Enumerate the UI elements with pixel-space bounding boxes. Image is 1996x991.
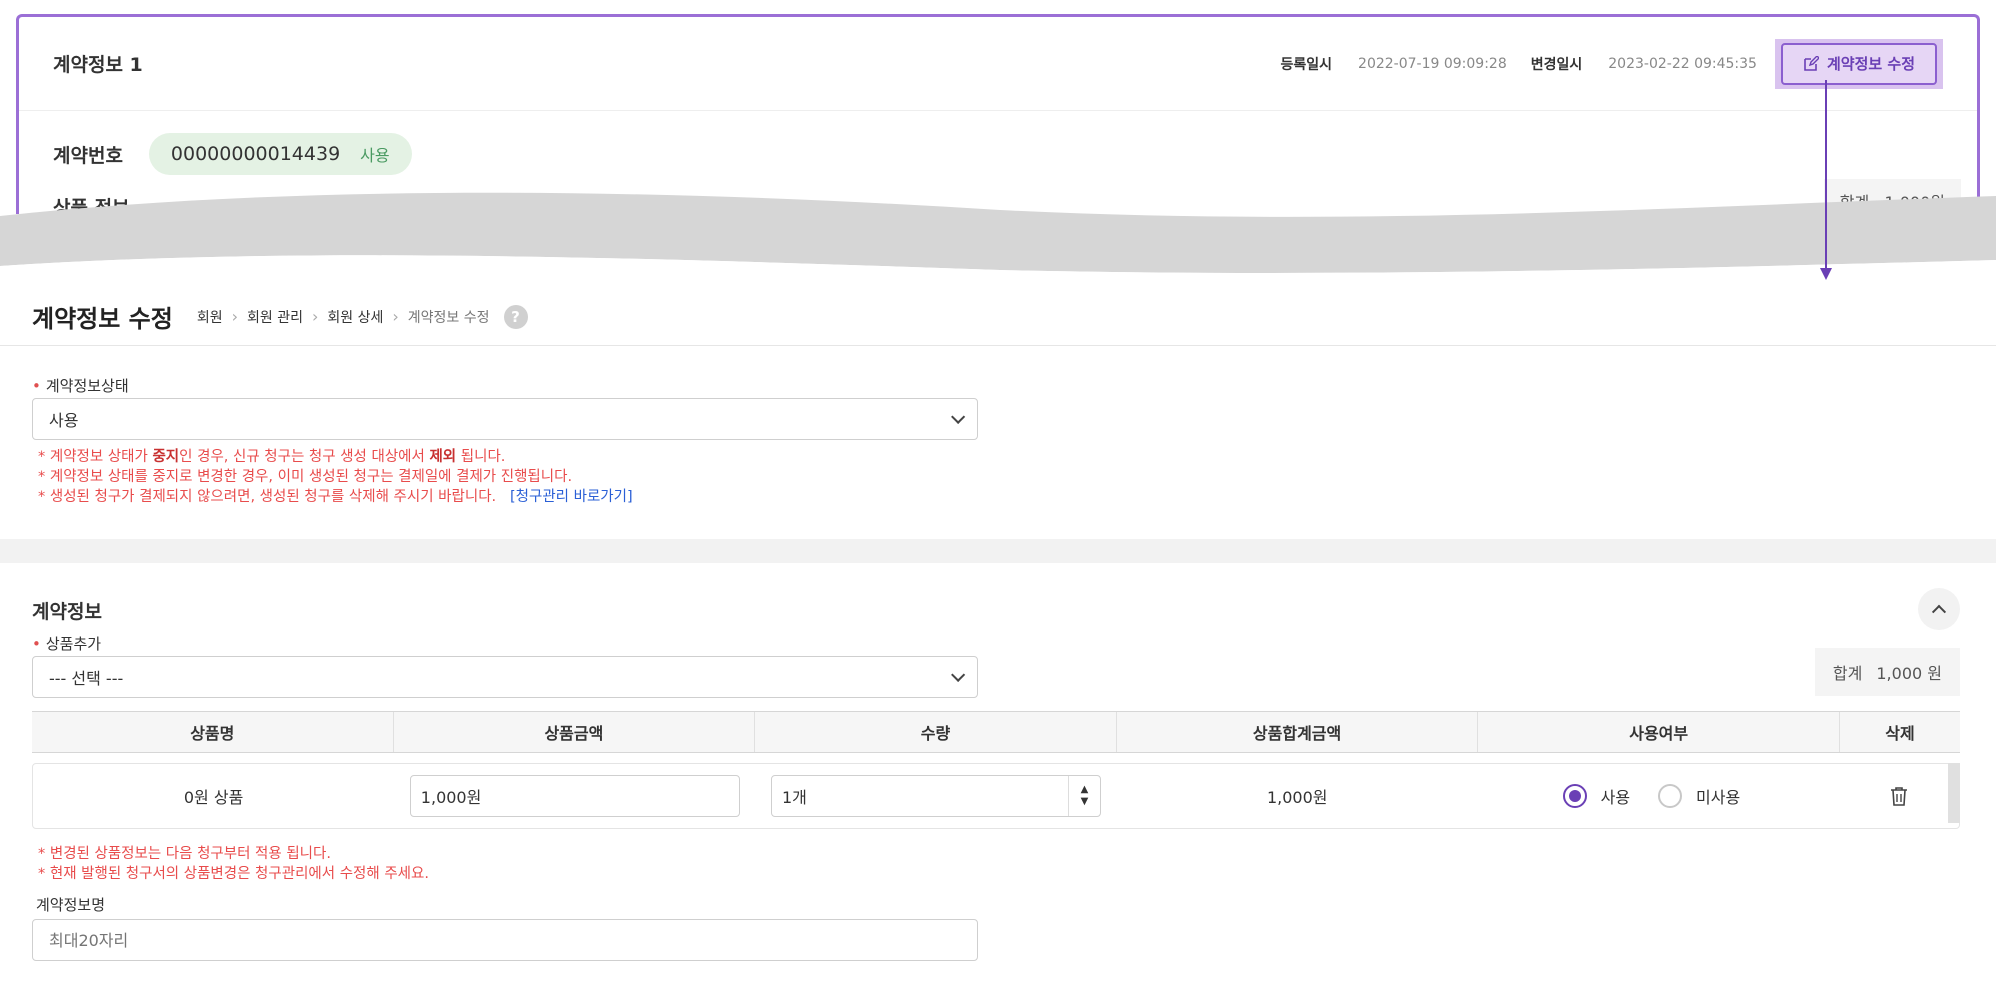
edit-contract-button-label: 계약정보 수정 bbox=[1826, 55, 1915, 73]
product-add-select-value: --- 선택 --- bbox=[49, 669, 124, 688]
product-note-1: * 변경된 상품정보는 다음 청구부터 적용 됩니다. bbox=[38, 846, 331, 862]
product-add-select[interactable]: --- 선택 --- bbox=[32, 656, 978, 698]
column-header: 상품명 bbox=[32, 712, 394, 752]
increment-icon[interactable]: ▲ bbox=[1081, 785, 1089, 795]
chevron-down-icon bbox=[951, 667, 966, 682]
contract-number-row: 계약번호 00000000014439 사용 bbox=[19, 111, 1977, 175]
product-table: 상품명 상품금액 수량 상품합계금액 사용여부 삭제 0원 상품 1,000원 … bbox=[32, 711, 1960, 829]
unuse-radio[interactable] bbox=[1658, 784, 1683, 808]
status-note-2: * 계약정보 상태를 중지로 변경한 경우, 이미 생성된 청구는 결제일에 결… bbox=[38, 469, 573, 485]
product-add-label: • 상품추가 bbox=[32, 633, 101, 654]
transition-arrow-line bbox=[1825, 80, 1827, 272]
use-radio[interactable] bbox=[1562, 784, 1587, 808]
table-header: 상품명 상품금액 수량 상품합계금액 사용여부 삭제 bbox=[32, 711, 1960, 753]
table-scrollbar[interactable] bbox=[1948, 763, 1960, 823]
sum-box: 합계 1,000 원 bbox=[1814, 648, 1960, 696]
edit-contract-button[interactable]: 계약정보 수정 bbox=[1780, 42, 1937, 85]
status-select-value: 사용 bbox=[49, 411, 79, 430]
status-select[interactable]: 사용 bbox=[32, 398, 978, 440]
chevron-right-icon: › bbox=[312, 307, 319, 326]
sum-value: 1,000 원 bbox=[1876, 664, 1942, 683]
sum-label: 합계 bbox=[1832, 664, 1863, 683]
contract-number-label: 계약번호 bbox=[53, 144, 123, 167]
registered-value: 2022-07-19 09:09:28 bbox=[1358, 55, 1507, 72]
breadcrumb: 회원 › 회원 관리 › 회원 상세 › 계약정보 수정 bbox=[197, 307, 490, 327]
column-header: 상품합계금액 bbox=[1117, 712, 1479, 752]
status-notes: * 계약정보 상태가 중지인 경우, 신규 청구는 청구 생성 대상에서 제외 … bbox=[38, 447, 633, 507]
product-price-input[interactable]: 1,000원 bbox=[409, 775, 740, 817]
modified-value: 2023-02-22 09:45:35 bbox=[1608, 55, 1757, 72]
contract-card-title: 계약정보 1 bbox=[53, 54, 143, 76]
transition-arrow-head bbox=[1820, 268, 1832, 280]
contract-number: 00000000014439 bbox=[170, 143, 341, 165]
product-notes: * 변경된 상품정보는 다음 청구부터 적용 됩니다. * 현재 발행된 청구서… bbox=[38, 844, 429, 884]
contract-name-input[interactable] bbox=[32, 919, 978, 961]
contract-info-card: 계약정보 1 등록일시 2022-07-19 09:09:28 변경일시 202… bbox=[16, 14, 1980, 214]
chevron-down-icon bbox=[951, 409, 966, 424]
product-add-label-text: 상품추가 bbox=[45, 635, 102, 653]
column-header: 수량 bbox=[755, 712, 1117, 752]
decrement-icon[interactable]: ▼ bbox=[1081, 797, 1089, 807]
contract-status-section: • 계약정보상태 사용 * 계약정보 상태가 중지인 경우, 신규 청구는 청구 … bbox=[0, 347, 1996, 539]
status-note-3: * 생성된 청구가 결제되지 않으려면, 생성된 청구를 삭제해 주시기 바랍니… bbox=[38, 489, 633, 505]
breadcrumb-item-member-management[interactable]: 회원 관리 bbox=[247, 307, 303, 327]
edit-button-highlight: 계약정보 수정 bbox=[1774, 38, 1943, 89]
contract-card-header: 계약정보 1 등록일시 2022-07-19 09:09:28 변경일시 202… bbox=[19, 17, 1977, 111]
help-icon[interactable]: ? bbox=[503, 304, 528, 329]
product-total: 1,000원 bbox=[1266, 788, 1328, 807]
breadcrumb-item-member[interactable]: 회원 bbox=[197, 307, 223, 327]
contract-number-pill: 00000000014439 사용 bbox=[148, 133, 412, 175]
column-header: 사용여부 bbox=[1478, 712, 1840, 752]
trash-icon[interactable] bbox=[1890, 786, 1908, 806]
chevron-right-icon: › bbox=[392, 307, 399, 326]
status-note-1: * 계약정보 상태가 중지인 경우, 신규 청구는 청구 생성 대상에서 제외 … bbox=[38, 449, 506, 465]
contract-name-label: 계약정보명 bbox=[36, 896, 106, 914]
table-row: 0원 상품 1,000원 1개 ▲ ▼ 1,000원 사용 미사용 bbox=[32, 763, 1960, 829]
contract-status-badge: 사용 bbox=[360, 146, 390, 165]
breadcrumb-item-member-detail[interactable]: 회원 상세 bbox=[327, 307, 383, 327]
required-mark: • bbox=[32, 635, 41, 653]
use-radio-label: 사용 bbox=[1600, 788, 1631, 807]
column-header: 상품금액 bbox=[394, 712, 756, 752]
section-divider bbox=[0, 539, 1996, 563]
billing-management-link[interactable]: [청구관리 바로가기] bbox=[510, 489, 633, 505]
stepper-arrows[interactable]: ▲ ▼ bbox=[1068, 776, 1100, 816]
breadcrumb-item-current: 계약정보 수정 bbox=[407, 309, 490, 326]
page-title: 계약정보 수정 bbox=[32, 305, 173, 333]
status-field-label: • 계약정보상태 bbox=[32, 375, 129, 396]
collapse-button[interactable] bbox=[1918, 588, 1960, 630]
registered-label: 등록일시 bbox=[1280, 56, 1333, 73]
page-header: 계약정보 수정 회원 › 회원 관리 › 회원 상세 › 계약정보 수정 ? bbox=[0, 288, 1996, 346]
status-field-label-text: 계약정보상태 bbox=[45, 377, 129, 395]
product-note-2: * 현재 발행된 청구서의 상품변경은 청구관리에서 수정해 주세요. bbox=[38, 866, 429, 882]
required-mark: • bbox=[32, 377, 41, 395]
quantity-value: 1개 bbox=[782, 788, 807, 807]
chevron-right-icon: › bbox=[231, 307, 239, 326]
quantity-stepper[interactable]: 1개 ▲ ▼ bbox=[771, 775, 1101, 817]
modified-label: 변경일시 bbox=[1530, 56, 1583, 73]
unuse-radio-label: 미사용 bbox=[1696, 788, 1741, 807]
chevron-up-icon bbox=[1931, 604, 1947, 619]
contract-info-section: 계약정보 • 상품추가 --- 선택 --- 합계 1,000 원 상품명 상품금… bbox=[0, 563, 1996, 991]
product-name: 0원 상품 bbox=[183, 788, 244, 807]
edit-icon bbox=[1804, 55, 1819, 71]
section-title: 계약정보 bbox=[32, 601, 102, 623]
column-header: 삭제 bbox=[1885, 724, 1915, 743]
use-radio-group: 사용 미사용 bbox=[1562, 784, 1755, 808]
screen-transition-divider bbox=[0, 192, 1996, 288]
contract-meta: 등록일시 2022-07-19 09:09:28 변경일시 2023-02-22… bbox=[1257, 38, 1943, 89]
